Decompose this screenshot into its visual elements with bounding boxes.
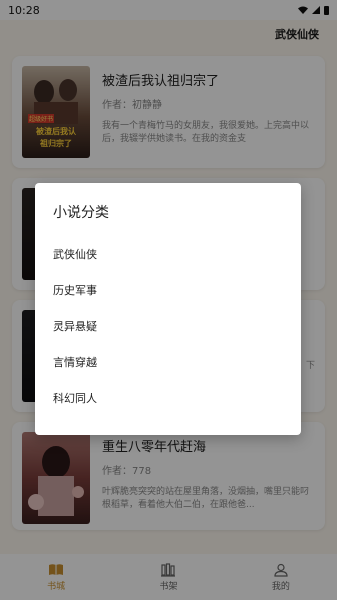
category-option-suspense[interactable]: 灵异悬疑 [53,314,283,340]
category-option-wuxia[interactable]: 武侠仙侠 [53,242,283,268]
category-dialog: 小说分类 武侠仙侠 历史军事 灵异悬疑 言情穿越 科幻同人 [35,183,301,435]
category-option-history[interactable]: 历史军事 [53,278,283,304]
category-option-romance[interactable]: 言情穿越 [53,350,283,376]
category-option-scifi[interactable]: 科幻同人 [53,386,283,412]
dialog-title: 小说分类 [53,205,109,221]
